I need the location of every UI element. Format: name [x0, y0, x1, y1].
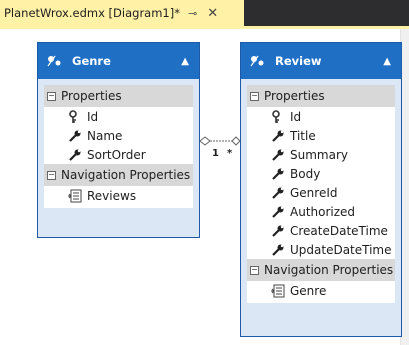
association-connector[interactable]: [0, 0, 409, 345]
multiplicity-one: 1: [212, 148, 219, 159]
multiplicity-many: *: [227, 148, 233, 159]
